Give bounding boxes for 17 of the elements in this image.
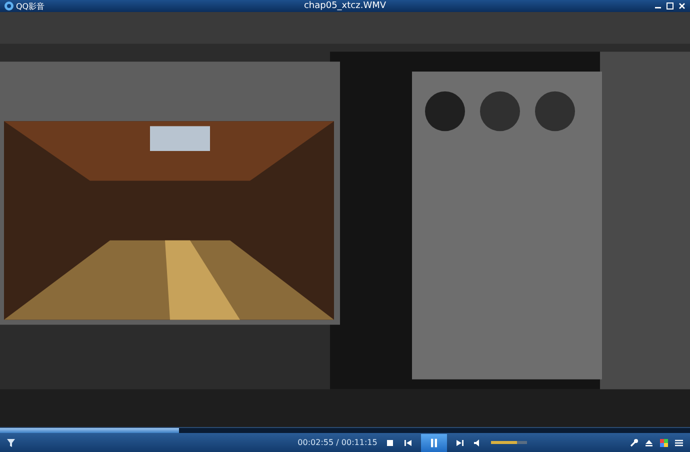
pause-button[interactable]: [421, 434, 448, 452]
app-logo-icon: [4, 1, 14, 11]
list-icon[interactable]: [674, 438, 684, 448]
stop-icon[interactable]: [385, 438, 396, 448]
playback-time: 00:02:55 / 00:11:15: [298, 438, 378, 447]
app-name: QQ影音: [16, 0, 45, 12]
filter-icon[interactable]: [6, 438, 16, 448]
maximize-icon[interactable]: [666, 2, 674, 10]
volume-slider[interactable]: [491, 441, 528, 444]
previous-icon[interactable]: [403, 438, 414, 448]
eject-icon[interactable]: [644, 438, 654, 448]
progress-track[interactable]: [0, 427, 690, 433]
wrench-icon[interactable]: [628, 438, 639, 448]
window-title: chap05_xtcz.WMV: [304, 1, 386, 11]
color-squares-icon[interactable]: [658, 438, 669, 448]
next-icon[interactable]: [455, 438, 466, 448]
close-icon[interactable]: [678, 2, 686, 10]
